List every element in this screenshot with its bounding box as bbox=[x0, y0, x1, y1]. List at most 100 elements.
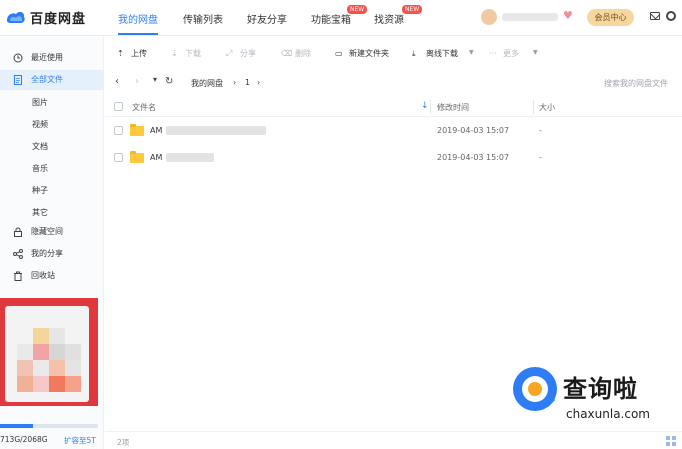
file-size: - bbox=[539, 126, 542, 135]
search-input[interactable]: 搜索我的网盘文件 bbox=[604, 78, 668, 89]
sidebar-item-recent[interactable]: 最近使用 bbox=[0, 48, 104, 68]
breadcrumb-separator: › bbox=[233, 78, 237, 87]
column-header-size[interactable]: 大小 bbox=[539, 102, 555, 113]
top-bar: 百度网盘 我的网盘 传输列表 好友分享 功能宝箱 NEW 找资源 NEW ♥ 会… bbox=[0, 0, 682, 36]
sidebar-item-label: 我的分享 bbox=[31, 249, 63, 258]
forward-icon[interactable]: › bbox=[135, 76, 139, 87]
sidebar: 最近使用 全部文件 图片 视频 文档 音乐 种子 其它 隐藏空间 我的分享 回收… bbox=[0, 37, 104, 449]
app-name: 百度网盘 bbox=[30, 12, 87, 27]
column-divider[interactable] bbox=[533, 100, 534, 114]
sidebar-item-hidden-space[interactable]: 隐藏空间 bbox=[0, 222, 104, 242]
more-icon: ··· bbox=[489, 49, 497, 58]
sidebar-item-my-shares[interactable]: 我的分享 bbox=[0, 244, 104, 264]
back-icon[interactable]: ‹ bbox=[115, 76, 119, 87]
sidebar-item-label: 全部文件 bbox=[31, 75, 63, 84]
breadcrumb-root[interactable]: 我的网盘 bbox=[191, 78, 223, 89]
column-header-modified[interactable]: 修改时间 bbox=[437, 102, 469, 113]
row-checkbox[interactable] bbox=[114, 126, 123, 135]
column-header-name[interactable]: 文件名 bbox=[132, 102, 156, 113]
sidebar-sub-torrents[interactable]: 种子 bbox=[32, 185, 48, 196]
table-row[interactable]: AM 2019-04-03 15:07 - bbox=[105, 118, 682, 144]
file-name-blurred bbox=[166, 126, 266, 135]
upload-button[interactable]: ⇡ 上传 bbox=[117, 48, 147, 59]
chevron-down-icon[interactable]: ▼ bbox=[533, 49, 538, 56]
breadcrumb-separator: › bbox=[257, 78, 261, 87]
more-button[interactable]: ··· 更多 bbox=[489, 48, 519, 59]
folder-icon bbox=[130, 124, 144, 136]
sidebar-item-label: 回收站 bbox=[31, 271, 55, 280]
watermark-text: 查询啦 bbox=[563, 375, 638, 403]
sidebar-sub-docs[interactable]: 文档 bbox=[32, 141, 48, 152]
storage-usage-text: 713G/2068G bbox=[0, 435, 48, 444]
file-table-header: 文件名 ↓ 修改时间 大小 bbox=[105, 97, 682, 117]
nav-friend-share[interactable]: 好友分享 bbox=[247, 11, 287, 26]
lock-icon bbox=[14, 227, 22, 237]
status-bar: 2项 bbox=[105, 431, 682, 449]
new-folder-button[interactable]: ▭ 新建文件夹 bbox=[335, 48, 389, 59]
file-modified: 2019-04-03 15:07 bbox=[437, 126, 510, 135]
sort-arrow-icon[interactable]: ↓ bbox=[421, 101, 429, 111]
item-count: 2项 bbox=[117, 438, 130, 447]
folder-icon bbox=[130, 151, 144, 163]
nav-toolbox[interactable]: 功能宝箱 bbox=[311, 11, 351, 26]
share-icon bbox=[13, 249, 23, 259]
trash-icon: ⌫ bbox=[281, 49, 293, 58]
sidebar-sub-images[interactable]: 图片 bbox=[32, 97, 48, 108]
mail-icon[interactable] bbox=[650, 12, 660, 20]
sidebar-item-recycle-bin[interactable]: 回收站 bbox=[0, 266, 104, 286]
nav-find-resources[interactable]: 找资源 bbox=[374, 11, 404, 26]
watermark-url: chaxunla.com bbox=[566, 407, 650, 421]
clock-icon bbox=[13, 53, 23, 63]
user-avatar[interactable] bbox=[481, 9, 497, 25]
offline-download-icon: ⤓ bbox=[412, 49, 416, 58]
username-blurred[interactable] bbox=[502, 13, 558, 21]
storage-usage-bar bbox=[0, 424, 98, 428]
chevron-down-icon[interactable]: ▾ bbox=[153, 75, 157, 84]
share-button[interactable]: ⤢ 分享 bbox=[226, 48, 256, 59]
watermark-logo-icon bbox=[513, 367, 557, 411]
download-icon: ⇣ bbox=[171, 49, 178, 58]
trash-icon bbox=[14, 271, 22, 281]
download-button[interactable]: ⇣ 下载 bbox=[171, 48, 201, 59]
share-icon: ⤢ bbox=[226, 49, 233, 58]
promo-image-blurred bbox=[5, 306, 89, 402]
file-size: - bbox=[539, 153, 542, 162]
file-name[interactable]: AM bbox=[150, 126, 162, 135]
baidu-netdisk-logo-icon[interactable] bbox=[4, 6, 26, 28]
refresh-icon[interactable]: ↻ bbox=[165, 76, 173, 87]
heart-icon: ♥ bbox=[563, 9, 573, 22]
column-divider[interactable] bbox=[430, 100, 431, 114]
new-folder-icon: ▭ bbox=[335, 49, 343, 58]
chevron-down-icon[interactable]: ▼ bbox=[469, 49, 474, 56]
file-name-blurred bbox=[166, 153, 214, 162]
sidebar-sub-music[interactable]: 音乐 bbox=[32, 163, 48, 174]
sidebar-sub-videos[interactable]: 视频 bbox=[32, 119, 48, 130]
new-badge: NEW bbox=[402, 5, 423, 14]
expand-storage-link[interactable]: 扩容至5T bbox=[64, 435, 96, 446]
file-name[interactable]: AM bbox=[150, 153, 162, 162]
sidebar-sub-others[interactable]: 其它 bbox=[32, 207, 48, 218]
select-all-checkbox[interactable] bbox=[114, 102, 123, 111]
sidebar-item-all-files[interactable]: 全部文件 bbox=[0, 70, 104, 90]
file-modified: 2019-04-03 15:07 bbox=[437, 153, 510, 162]
promo-banner[interactable] bbox=[0, 298, 98, 406]
upload-icon: ⇡ bbox=[117, 49, 124, 58]
row-checkbox[interactable] bbox=[114, 153, 123, 162]
nav-my-disk[interactable]: 我的网盘 bbox=[118, 11, 158, 26]
sidebar-item-label: 最近使用 bbox=[31, 53, 63, 62]
file-icon bbox=[14, 75, 22, 85]
storage-usage-fill bbox=[0, 424, 34, 428]
breadcrumb: ‹ › ▾ ↻ 我的网盘 › 1 › 搜索我的网盘文件 bbox=[105, 74, 682, 94]
new-badge: NEW bbox=[347, 5, 368, 14]
offline-download-button[interactable]: ⤓ 离线下载 bbox=[412, 48, 458, 59]
file-toolbar: ⇡ 上传 ⇣ 下载 ⤢ 分享 ⌫ 删除 ▭ 新建文件夹 ⤓ 离线下载 ▼ ··· 更多 ▼ bbox=[105, 45, 682, 65]
breadcrumb-current[interactable]: 1 bbox=[245, 78, 250, 87]
nav-active-indicator bbox=[118, 33, 158, 35]
delete-button[interactable]: ⌫ 删除 bbox=[281, 48, 311, 59]
gear-icon[interactable] bbox=[666, 11, 676, 21]
table-row[interactable]: AM 2019-04-03 15:07 - bbox=[105, 145, 682, 171]
sidebar-item-label: 隐藏空间 bbox=[31, 227, 63, 236]
grid-view-icon[interactable] bbox=[666, 436, 676, 446]
vip-center-button[interactable]: 会员中心 bbox=[587, 9, 634, 26]
nav-transfer-list[interactable]: 传输列表 bbox=[183, 11, 223, 26]
